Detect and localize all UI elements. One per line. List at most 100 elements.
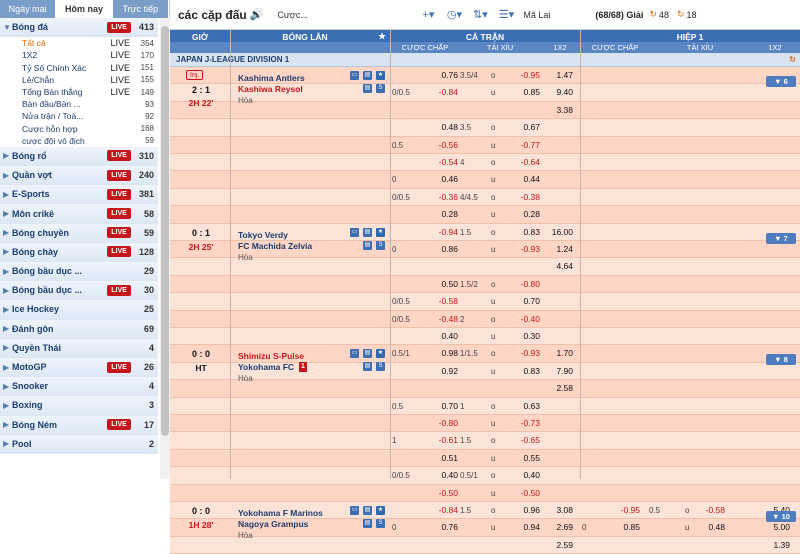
odds-cell[interactable]: 0.92 — [441, 363, 458, 380]
home-team[interactable]: Kashima Antlers — [238, 73, 305, 83]
odds-cell[interactable]: 16.00 — [552, 224, 573, 241]
odds-cell[interactable]: 0.86 — [441, 241, 458, 258]
odds-cell[interactable]: 1.70 — [556, 345, 573, 362]
sidebar-sport-item[interactable]: ▶BoxingLIVE3 — [0, 396, 158, 416]
sidebar-sport-item[interactable]: ▶PoolLIVE2 — [0, 434, 158, 454]
odds-cell[interactable]: -0.80 — [439, 415, 458, 432]
away-team[interactable]: FC Machida Zelvia — [238, 241, 312, 251]
tv-icon[interactable]: ▭ — [350, 506, 359, 515]
odds-cell[interactable]: 0.44 — [523, 171, 540, 188]
odds-cell[interactable]: -0.50 — [521, 485, 540, 502]
sidebar-sport-item[interactable]: ▶ Bóng rổ LIVE 310 — [0, 146, 158, 167]
odds-cell[interactable]: 0.85 — [523, 84, 540, 101]
sidebar-sport-item[interactable]: ▶Quyền TháiLIVE4 — [0, 338, 158, 358]
score-s-icon[interactable]: S — [376, 84, 385, 93]
favorite-icon[interactable]: ★ — [376, 227, 385, 237]
sidebar-subitem[interactable]: Tất cả LIVE 354 — [0, 37, 158, 50]
odds-cell[interactable]: 0.83 — [523, 224, 540, 241]
refresh-icon-2[interactable]: ↻ — [677, 9, 685, 20]
odds-cell[interactable]: 0.46 — [441, 171, 458, 188]
sidebar-sport-item[interactable]: ▶Đánh gônLIVE69 — [0, 319, 158, 339]
tv-icon[interactable]: ▭ — [350, 71, 359, 80]
odds-cell[interactable]: 0.40 — [441, 467, 458, 484]
refresh-timer[interactable]: 48 — [659, 10, 669, 20]
score-s-icon[interactable]: S — [376, 240, 385, 250]
odds-cell[interactable]: -0.61 — [439, 432, 458, 449]
odds-cell[interactable]: 1.24 — [556, 241, 573, 258]
odds-cell[interactable]: 0.51 — [441, 450, 458, 467]
tab-today[interactable]: Hôm nay — [56, 0, 113, 18]
list-icon[interactable]: ☰▾ — [497, 8, 515, 21]
odds-cell[interactable]: -0.48 — [439, 311, 458, 328]
stats-icon[interactable]: ▤ — [363, 71, 372, 80]
sidebar-sport-item[interactable]: ▶ E-Sports LIVE 381 — [0, 185, 158, 205]
clock-icon[interactable]: ◷▾ — [445, 8, 463, 21]
sidebar-subitem[interactable]: cược đội vô địchLIVE59 — [0, 134, 158, 147]
sidebar-sport-item[interactable]: ▶Bóng bầu dục ...LIVE29 — [0, 262, 158, 282]
odds-cell[interactable]: 0.76 — [441, 67, 458, 84]
odds-cell[interactable]: -0.84 — [439, 502, 458, 519]
h1-odds-cell[interactable]: 0.48 — [708, 519, 725, 536]
odds-cell[interactable]: 0.50 — [441, 276, 458, 293]
odds-cell[interactable]: 0.40 — [523, 467, 540, 484]
odds-cell[interactable]: 3.08 — [556, 502, 573, 519]
odds-cell[interactable]: 9.40 — [556, 84, 573, 101]
odds-cell[interactable]: 0.48 — [441, 119, 458, 136]
more-markets-button[interactable]: ▼ 8 — [766, 354, 796, 366]
odds-cell[interactable]: 2.59 — [556, 537, 573, 554]
refresh-timer-2[interactable]: 18 — [687, 10, 697, 20]
odds-cell[interactable]: 2.69 — [556, 519, 573, 536]
odds-cell[interactable]: 0.70 — [523, 293, 540, 310]
odds-cell[interactable]: 0.30 — [523, 328, 540, 345]
home-team[interactable]: Yokohama F Marinos — [238, 508, 323, 518]
stats-icon[interactable]: ▤ — [363, 362, 372, 372]
home-team[interactable]: Shimizu S-Pulse — [238, 351, 304, 361]
odds-cell[interactable]: -0.84 — [439, 84, 458, 101]
score-s-icon[interactable]: S — [376, 362, 385, 372]
odds-cell[interactable]: 0.67 — [523, 119, 540, 136]
home-team[interactable]: Tokyo Verdy — [238, 230, 288, 240]
odds-cell[interactable]: -0.38 — [521, 189, 540, 206]
league-header[interactable]: JAPAN J-LEAGUE DIVISION 1 ↻ — [170, 53, 800, 67]
odds-cell[interactable]: 0.70 — [441, 398, 458, 415]
league-refresh-icon[interactable]: ↻ — [789, 53, 796, 67]
sidebar-sport-item[interactable]: ▶SnookerLIVE4 — [0, 377, 158, 397]
odds-cell[interactable]: 0.83 — [523, 363, 540, 380]
away-team[interactable]: Yokohama FC — [238, 362, 294, 372]
odds-cell[interactable]: -0.58 — [439, 293, 458, 310]
sidebar-sport-item[interactable]: ▶ Bóng chày LIVE 128 — [0, 242, 158, 262]
odds-type-select[interactable]: Mã Lai — [523, 10, 595, 20]
refresh-icon[interactable]: ↻ — [649, 9, 657, 20]
away-team[interactable]: Nagoya Grampus — [238, 519, 308, 529]
odds-cell[interactable]: -0.65 — [521, 432, 540, 449]
odds-cell[interactable]: -0.95 — [521, 67, 540, 84]
odds-cell[interactable]: 0.40 — [441, 328, 458, 345]
odds-cell[interactable]: 1.47 — [556, 67, 573, 84]
more-markets-button[interactable]: ▼ 6 — [766, 76, 796, 87]
odds-cell[interactable]: -0.77 — [521, 137, 540, 154]
sidebar-sport-item[interactable]: ▶ MotoGP LIVE 26 — [0, 357, 158, 378]
odds-cell[interactable]: -0.80 — [521, 276, 540, 293]
sidebar-sport-item[interactable]: ▶ Môn crikê LIVE 58 — [0, 204, 158, 224]
odds-cell[interactable]: 0.28 — [523, 206, 540, 223]
h1-odds-cell[interactable]: 1.39 — [773, 537, 790, 554]
plus-icon[interactable]: +▾ — [419, 8, 437, 21]
sidebar-subitem[interactable]: Lẻ/Chẵn LIVE 155 — [0, 73, 158, 86]
more-markets-button[interactable]: ▼ 10 — [766, 511, 796, 522]
sidebar-sport-item[interactable]: ▶ Bóng chuyền LIVE 59 — [0, 223, 158, 243]
speaker-icon[interactable]: 🔊 — [250, 8, 264, 21]
odds-cell[interactable]: 2.58 — [556, 380, 573, 397]
tv-icon[interactable]: ▭ — [350, 227, 359, 237]
odds-cell[interactable]: 0.94 — [523, 519, 540, 536]
odds-cell[interactable]: -0.64 — [521, 154, 540, 171]
odds-cell[interactable]: 0.96 — [523, 502, 540, 519]
sort-icon[interactable]: ⇅▾ — [471, 8, 489, 21]
sidebar-subitem[interactable]: Nửa trận / Toà...LIVE92 — [0, 110, 158, 123]
odds-cell[interactable]: -0.56 — [439, 137, 458, 154]
league-count[interactable]: (68/68) Giải — [595, 10, 643, 20]
favorite-icon[interactable]: ★ — [376, 506, 385, 515]
favorite-icon[interactable]: ★ — [376, 71, 385, 80]
sidebar-subitem[interactable]: Tổng Bàn thắng LIVE 149 — [0, 85, 158, 99]
odds-cell[interactable]: 0.98 — [441, 345, 458, 362]
favorite-icon[interactable]: ★ — [376, 349, 385, 359]
